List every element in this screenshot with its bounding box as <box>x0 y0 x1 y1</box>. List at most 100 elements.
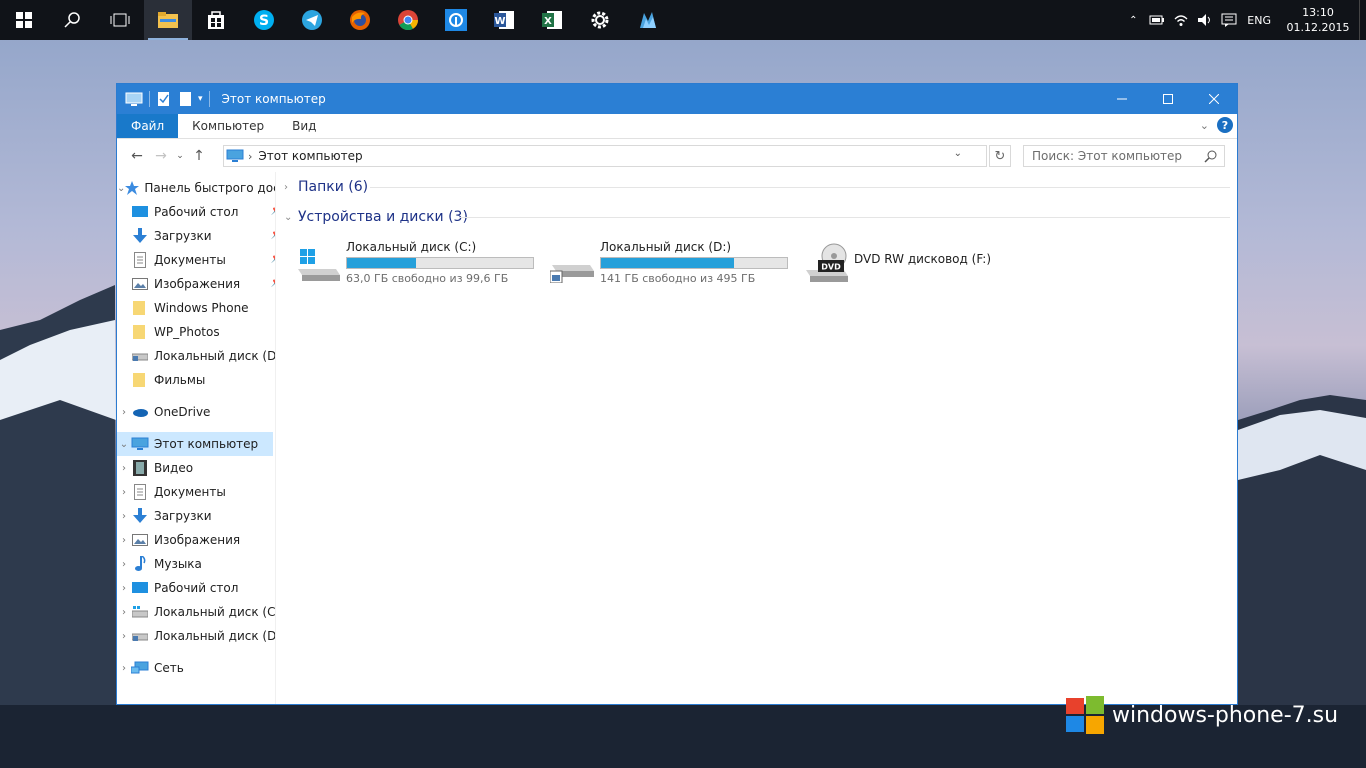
search-placeholder: Поиск: Этот компьютер <box>1032 149 1183 163</box>
download-arrow-icon <box>131 508 149 524</box>
nav-network[interactable]: › Сеть <box>117 656 273 680</box>
nav-windows-phone[interactable]: Windows Phone <box>117 296 275 320</box>
back-button[interactable]: ← <box>125 144 149 168</box>
tray-wifi[interactable] <box>1169 0 1193 40</box>
drive-free-space: 63,0 ГБ свободно из 99,6 ГБ <box>346 272 509 285</box>
nav-local-disk-d-quick[interactable]: Локальный диск (D:) <box>117 344 275 368</box>
nav-onedrive[interactable]: › OneDrive <box>117 400 273 424</box>
this-pc-icon[interactable] <box>125 91 143 107</box>
properties-icon[interactable] <box>156 91 172 107</box>
maximize-button[interactable] <box>1145 84 1191 114</box>
close-icon <box>1209 94 1219 104</box>
group-title: Устройства и диски (3) <box>298 209 468 225</box>
nav-pc-documents[interactable]: › Документы <box>117 480 275 504</box>
group-devices[interactable]: ⌄ Устройства и диски (3) <box>284 206 1230 228</box>
nav-pc-desktop[interactable]: › Рабочий стол <box>117 576 275 600</box>
expand-ribbon-chevron-icon[interactable]: ⌄ <box>1200 119 1209 132</box>
nav-this-pc[interactable]: ⌄ Этот компьютер <box>117 432 273 456</box>
nav-videos[interactable]: › Видео <box>117 456 275 480</box>
nav-pc-local-disk-c[interactable]: › Локальный диск (C:) <box>117 600 275 624</box>
nav-desktop[interactable]: Рабочий стол 📌 <box>117 200 275 224</box>
nav-pc-music[interactable]: › Музыка <box>117 552 275 576</box>
excel-icon: X <box>542 11 562 29</box>
forward-button[interactable]: → <box>149 144 173 168</box>
nav-pc-pictures[interactable]: › Изображения <box>117 528 275 552</box>
drive-c[interactable]: Локальный диск (C:) 63,0 ГБ свободно из … <box>294 240 534 290</box>
taskbar-settings[interactable] <box>576 0 624 40</box>
expand-chevron-icon[interactable]: › <box>117 631 131 642</box>
taskbar-word[interactable]: W <box>480 0 528 40</box>
help-icon[interactable]: ? <box>1217 117 1233 133</box>
nav-documents[interactable]: Документы 📌 <box>117 248 275 272</box>
expand-chevron-icon[interactable]: › <box>117 559 131 570</box>
taskbar-chrome[interactable] <box>384 0 432 40</box>
minimize-button[interactable] <box>1099 84 1145 114</box>
taskbar-skype[interactable]: S <box>240 0 288 40</box>
drive-f-dvd[interactable]: DVD DVD RW дисковод (F:) <box>802 240 991 290</box>
new-folder-icon[interactable] <box>178 91 194 107</box>
collapse-chevron-icon[interactable]: ⌄ <box>284 212 298 223</box>
close-button[interactable] <box>1191 84 1237 114</box>
system-drive-icon <box>131 604 149 620</box>
refresh-button[interactable]: ↻ <box>989 145 1011 167</box>
ribbon-controls: ⌄ ? <box>1200 117 1233 133</box>
tray-notifications[interactable] <box>1217 0 1241 40</box>
group-folders[interactable]: › Папки (6) <box>284 176 1230 198</box>
recent-locations-button[interactable]: ⌄ <box>173 144 187 168</box>
breadcrumb-separator-icon[interactable]: › <box>248 150 252 163</box>
expand-chevron-icon[interactable]: › <box>117 511 131 522</box>
expand-chevron-icon[interactable]: › <box>117 583 131 594</box>
nav-pictures[interactable]: Изображения 📌 <box>117 272 275 296</box>
taskbar-app[interactable] <box>432 0 480 40</box>
tray-volume[interactable] <box>1193 0 1217 40</box>
title-bar[interactable]: ▾ Этот компьютер <box>117 84 1237 114</box>
tray-overflow-button[interactable]: ⌃ <box>1121 0 1145 40</box>
expand-chevron-icon[interactable]: › <box>117 607 131 618</box>
address-dropdown-icon[interactable]: ⌄ <box>954 148 962 159</box>
nav-downloads[interactable]: Загрузки 📌 <box>117 224 275 248</box>
tab-file[interactable]: Файл <box>117 114 179 138</box>
nav-pc-downloads[interactable]: › Загрузки <box>117 504 275 528</box>
address-bar[interactable]: › Этот компьютер ⌄ <box>223 145 987 167</box>
start-button[interactable] <box>0 0 48 40</box>
taskbar-store[interactable] <box>192 0 240 40</box>
expand-chevron-icon[interactable]: › <box>117 535 131 546</box>
task-view-button[interactable] <box>96 0 144 40</box>
tab-computer[interactable]: Компьютер <box>178 114 278 138</box>
clock[interactable]: 13:10 01.12.2015 <box>1281 5 1355 35</box>
nav-label: Документы <box>154 485 226 499</box>
taskbar-app2[interactable] <box>624 0 672 40</box>
taskbar-file-explorer[interactable] <box>144 0 192 40</box>
settings-icon <box>591 11 609 29</box>
nav-films[interactable]: Фильмы <box>117 368 275 392</box>
language-indicator[interactable]: ENG <box>1247 14 1271 27</box>
system-tray: ⌃ ENG 13:10 01.12.2015 <box>1121 0 1366 40</box>
search-button[interactable] <box>48 0 96 40</box>
nav-quick-access[interactable]: ⌄ Панель быстрого доступа <box>117 176 275 200</box>
store-icon <box>208 11 224 29</box>
taskbar-excel[interactable]: X <box>528 0 576 40</box>
show-desktop-button[interactable] <box>1359 0 1366 40</box>
expand-chevron-icon[interactable]: › <box>117 407 131 418</box>
nav-pc-local-disk-d[interactable]: › Локальный диск (D:) <box>117 624 275 648</box>
download-arrow-icon <box>131 228 149 244</box>
expand-chevron-icon[interactable]: › <box>117 487 131 498</box>
expand-chevron-icon[interactable]: › <box>117 663 131 674</box>
music-note-icon <box>131 556 149 572</box>
collapse-chevron-icon[interactable]: ⌄ <box>117 439 131 450</box>
nav-wp-photos[interactable]: WP_Photos <box>117 320 275 344</box>
tab-view[interactable]: Вид <box>278 114 330 138</box>
up-button[interactable]: ↑ <box>187 144 211 168</box>
arrow-right-icon: → <box>155 148 167 164</box>
window-title: Этот компьютер <box>221 92 326 106</box>
search-input[interactable]: Поиск: Этот компьютер <box>1023 145 1225 167</box>
expand-chevron-icon[interactable]: › <box>284 182 298 193</box>
expand-chevron-icon[interactable]: › <box>117 463 131 474</box>
breadcrumb-this-pc[interactable]: Этот компьютер <box>258 149 362 163</box>
collapse-chevron-icon[interactable]: ⌄ <box>117 183 125 194</box>
tray-battery[interactable] <box>1145 0 1169 40</box>
taskbar-telegram[interactable] <box>288 0 336 40</box>
drive-d[interactable]: Локальный диск (D:) 141 ГБ свободно из 4… <box>548 240 788 290</box>
customize-toolbar-icon[interactable]: ▾ <box>198 94 203 104</box>
taskbar-firefox[interactable] <box>336 0 384 40</box>
